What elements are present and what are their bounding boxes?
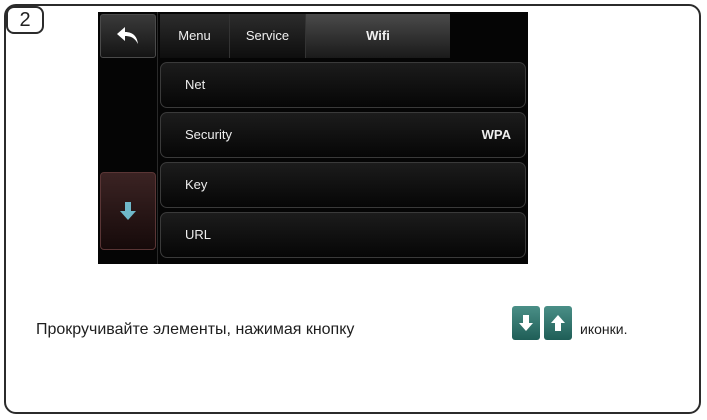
- arrow-up-icon: [544, 306, 572, 340]
- back-button[interactable]: [100, 14, 156, 58]
- list-item-url[interactable]: URL: [160, 212, 526, 258]
- list-item-label: Key: [185, 177, 208, 192]
- arrow-down-icon: [120, 202, 136, 220]
- back-arrow-icon: [117, 27, 138, 44]
- instruction-suffix: иконки.: [580, 321, 628, 337]
- tab-service[interactable]: Service: [230, 14, 306, 58]
- tab-menu[interactable]: Menu: [160, 14, 230, 58]
- step-number-badge: 2: [6, 6, 44, 34]
- instruction-text: Прокручивайте элементы, нажимая кнопку: [36, 321, 355, 338]
- list-item-label: Security: [185, 127, 232, 142]
- list-item-security[interactable]: Security WPA: [160, 112, 526, 158]
- list-item-key[interactable]: Key: [160, 162, 526, 208]
- scroll-down-button[interactable]: [100, 172, 156, 250]
- list-item-net[interactable]: Net: [160, 62, 526, 108]
- device-screen: Menu Service Wifi Net Security WPA Key U…: [98, 12, 528, 264]
- list-item-label: Net: [185, 77, 206, 92]
- arrow-down-icon: [512, 306, 540, 340]
- list-item-value: WPA: [481, 127, 511, 142]
- left-button-column: [98, 12, 158, 264]
- tab-wifi[interactable]: Wifi: [306, 14, 450, 58]
- list-item-label: URL: [185, 227, 212, 242]
